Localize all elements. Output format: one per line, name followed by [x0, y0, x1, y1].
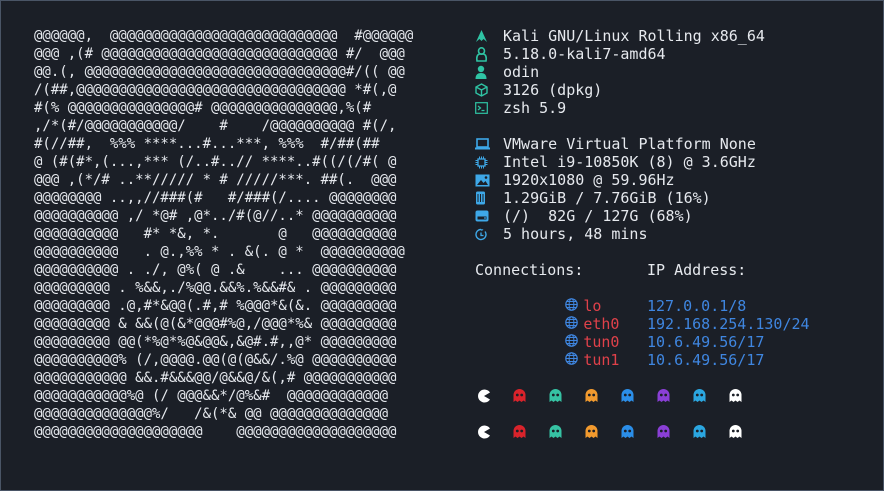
ghost-icon: [657, 388, 693, 404]
user-row: odin: [475, 63, 810, 81]
uptime-value: 5 hours, 48 mins: [503, 225, 648, 243]
cpu-row: Intel i9-10850K (8) @ 3.6GHz: [475, 153, 810, 171]
package-icon: [475, 83, 503, 97]
ghost-icon: [621, 388, 657, 404]
memory-icon: [475, 191, 503, 205]
memory-row: 1.29GiB / 7.76GiB (16%): [475, 189, 810, 207]
kernel-row: 5.18.0-kali7-amd64: [475, 45, 810, 63]
ghost-icon: [693, 424, 729, 440]
ghost-icon: [513, 388, 549, 404]
kali-dragon-icon: [475, 29, 503, 43]
ghost-icon: [693, 388, 729, 404]
user-value: odin: [503, 63, 540, 81]
shell-row: zsh 5.9: [475, 99, 810, 117]
ghost-icon: [549, 424, 585, 440]
terminal-window: @@@@@@, @@@@@@@@@@@@@@@@@@@@@@@@@@@ #@@@…: [0, 0, 884, 491]
packages-value: 3126 (dpkg): [503, 81, 603, 99]
monitor-image-icon: [475, 174, 503, 187]
ghost-icon: [585, 424, 621, 440]
interface-ip: 10.6.49.56/17: [647, 333, 765, 351]
ghost-icon: [729, 424, 765, 440]
cpu-icon: [475, 156, 503, 169]
os-value: Kali GNU/Linux Rolling x86_64: [503, 27, 765, 45]
shell-value: zsh 5.9: [503, 99, 567, 117]
ghost-icon: [621, 424, 657, 440]
connections-header: Connections: IP Address:: [475, 261, 810, 279]
clock-icon: [475, 228, 503, 241]
user-icon: [475, 65, 503, 79]
ghost-icon: [729, 388, 765, 404]
host-row: VMware Virtual Platform None: [475, 135, 810, 153]
terminal-icon: [475, 102, 503, 114]
pacman-icon: [477, 388, 513, 404]
ghost-icon: [585, 388, 621, 404]
interface-ip: 192.168.254.130/24: [647, 315, 810, 333]
os-row: Kali GNU/Linux Rolling x86_64: [475, 27, 810, 45]
connections-label: Connections:: [475, 261, 584, 279]
memory-value: 1.29GiB / 7.76GiB (16%): [503, 189, 711, 207]
disk-row: (/) 82G / 127G (68%): [475, 207, 810, 225]
resolution-value: 1920x1080 @ 59.96Hz: [503, 171, 675, 189]
globe-icon: [565, 352, 583, 365]
cpu-value: Intel i9-10850K (8) @ 3.6GHz: [503, 153, 756, 171]
kernel-value: 5.18.0-kali7-amd64: [503, 45, 666, 63]
interface-name: tun1: [583, 351, 620, 369]
connections-list: lo 127.0.0.1/8 eth0 192.168.254.130/24 t…: [475, 297, 810, 369]
system-info-panel: Kali GNU/Linux Rolling x86_64 5.18.0-kal…: [475, 27, 810, 369]
laptop-icon: [475, 138, 503, 150]
disk-icon: [475, 210, 503, 222]
color-palette-row: [477, 424, 765, 440]
interface-ip: 127.0.0.1/8: [647, 297, 747, 315]
resolution-row: 1920x1080 @ 59.96Hz: [475, 171, 810, 189]
ascii-logo: @@@@@@, @@@@@@@@@@@@@@@@@@@@@@@@@@@ #@@@…: [34, 28, 414, 440]
linux-penguin-icon: [475, 46, 503, 62]
host-value: VMware Virtual Platform None: [503, 135, 756, 153]
ghost-icon: [549, 388, 585, 404]
ip-address-label: IP Address:: [647, 261, 747, 279]
disk-value: (/) 82G / 127G (68%): [503, 207, 693, 225]
ghost-icon: [513, 424, 549, 440]
packages-row: 3126 (dpkg): [475, 81, 810, 99]
pacman-icon: [477, 424, 513, 440]
interface-ip: 10.6.49.56/17: [647, 351, 765, 369]
connection-row: tun1 10.6.49.56/17: [475, 351, 810, 369]
ghost-icon: [657, 424, 693, 440]
uptime-row: 5 hours, 48 mins: [475, 225, 810, 243]
color-palette-row: [477, 388, 765, 404]
